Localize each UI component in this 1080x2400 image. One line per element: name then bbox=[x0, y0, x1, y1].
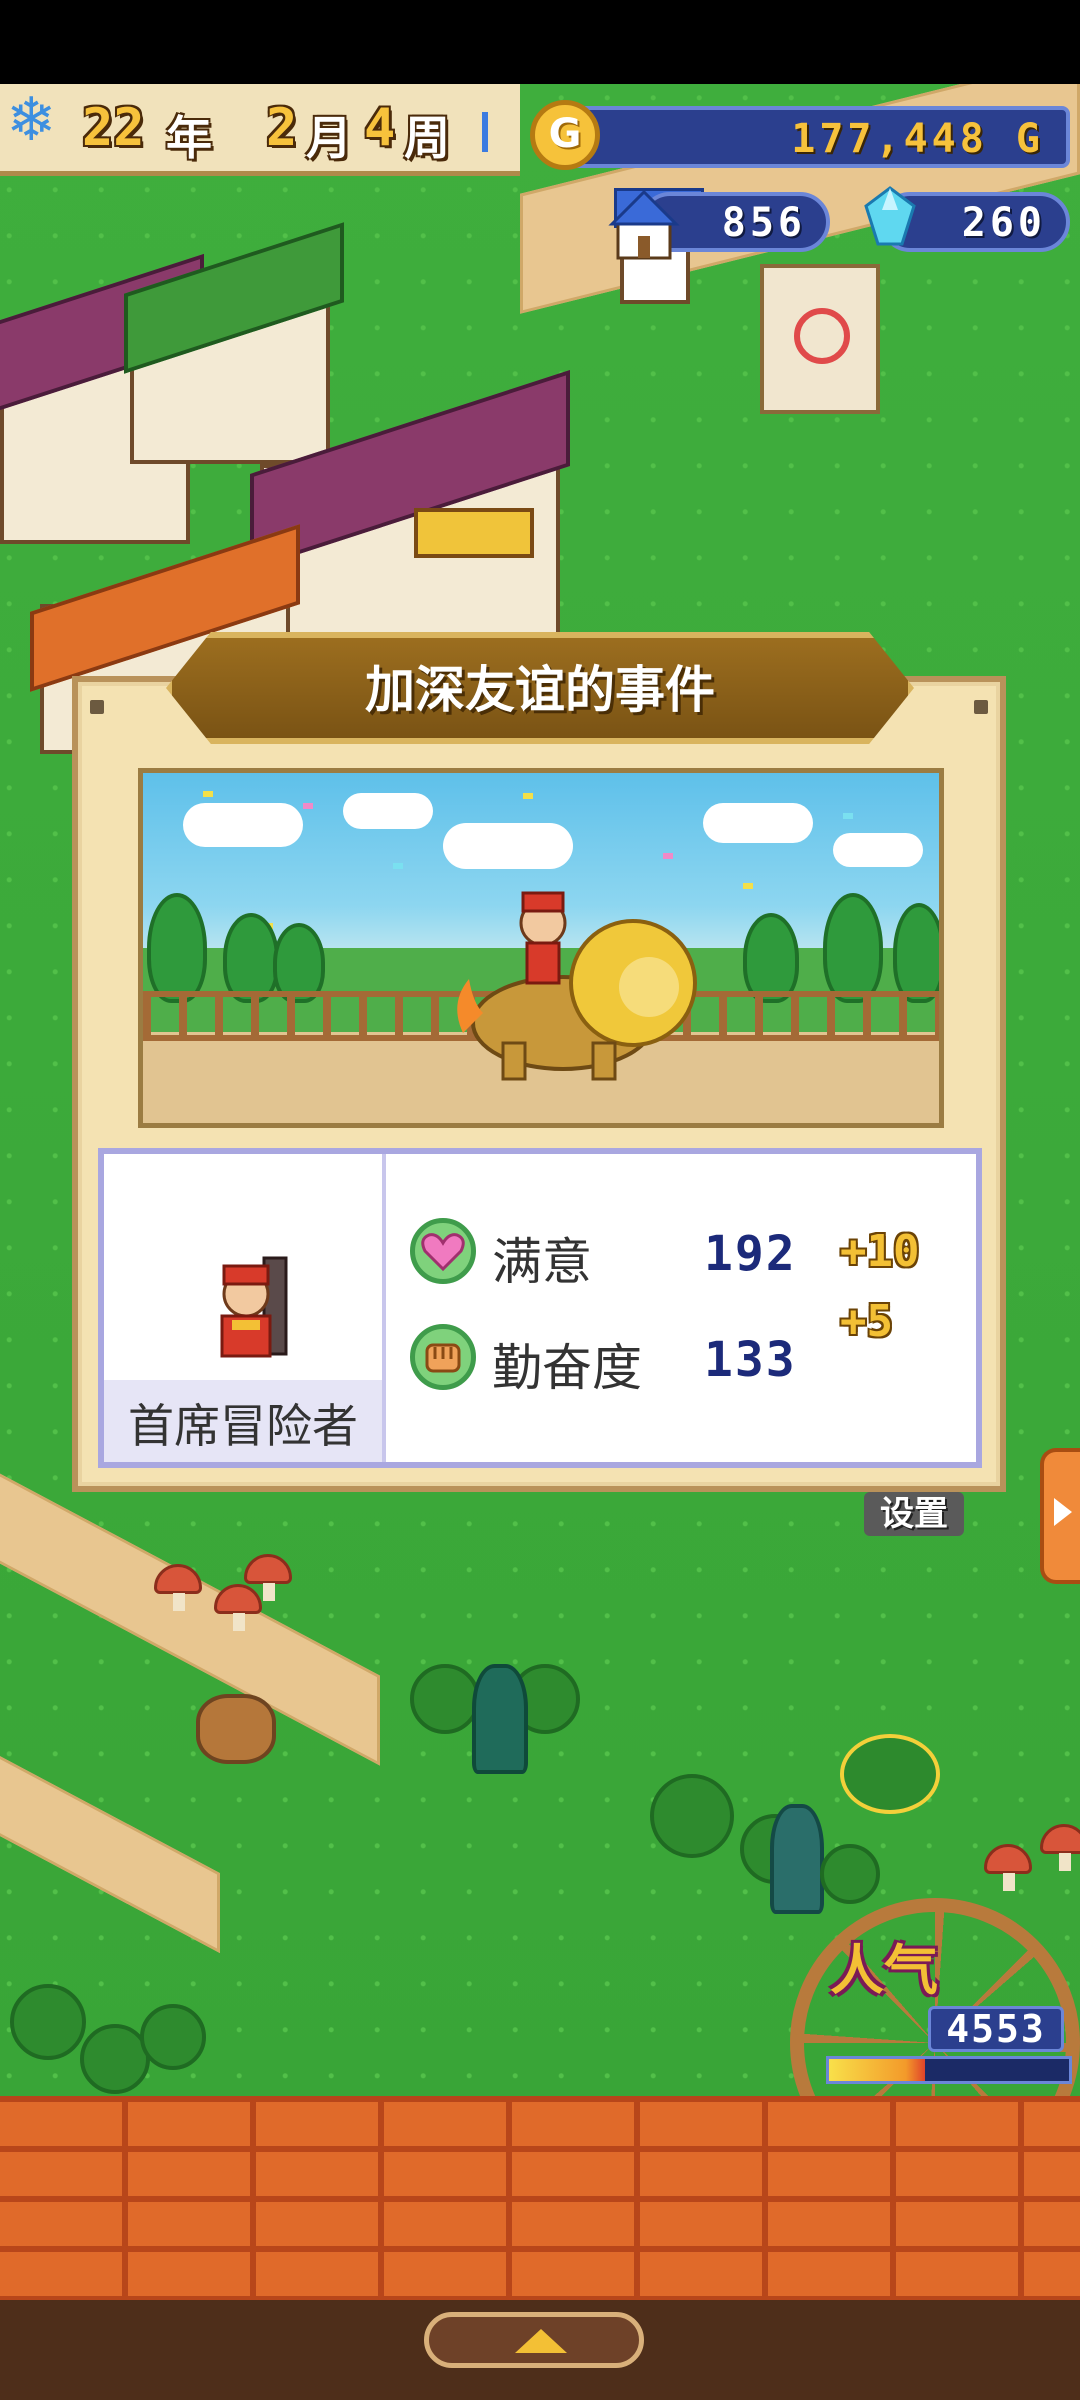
gold-value: 177,448 G bbox=[791, 116, 1044, 162]
popularity-value: 4553 bbox=[928, 2006, 1064, 2052]
brick-menu-panel bbox=[0, 2096, 1080, 2300]
gold-counter: 177,448 G bbox=[560, 106, 1070, 168]
satisfaction-value: 192 bbox=[704, 1226, 797, 1282]
adventurer-sprite bbox=[220, 1256, 288, 1358]
tree bbox=[223, 913, 279, 1003]
week-number: 4 bbox=[364, 98, 396, 158]
confetti bbox=[393, 863, 403, 869]
confetti bbox=[303, 803, 313, 809]
dirt-road bbox=[0, 1734, 220, 1954]
side-menu-tab[interactable] bbox=[1040, 1448, 1080, 1584]
date-divider bbox=[482, 112, 488, 152]
tree bbox=[140, 2004, 206, 2070]
golden-lion-mount bbox=[457, 891, 697, 1081]
month-number: 2 bbox=[266, 98, 298, 158]
mushroom bbox=[1040, 1824, 1080, 1871]
confetti bbox=[843, 813, 853, 819]
diligence-label: 勤奋度 bbox=[492, 1339, 642, 1397]
mushroom bbox=[244, 1554, 292, 1601]
tree bbox=[893, 903, 939, 1003]
mushroom bbox=[214, 1584, 262, 1631]
diligence-value: 133 bbox=[704, 1332, 797, 1388]
expand-menu-button[interactable] bbox=[424, 2312, 644, 2368]
dirt-road bbox=[0, 1452, 380, 1766]
crystal-gem-icon bbox=[864, 186, 916, 246]
target-sign[interactable] bbox=[760, 264, 880, 414]
popularity-bar-fill bbox=[829, 2059, 925, 2081]
mushroom bbox=[984, 1844, 1032, 1891]
house-building[interactable] bbox=[124, 222, 344, 464]
snowflake-icon: ❄ bbox=[6, 85, 57, 155]
gold-coin-icon: G bbox=[530, 100, 600, 170]
confetti bbox=[663, 853, 673, 859]
year-number: 22 bbox=[82, 98, 145, 158]
tree bbox=[10, 1984, 86, 2060]
month-unit: 月 bbox=[306, 111, 352, 165]
date-panel: ❄ 22 年 2 月 4 周 bbox=[0, 84, 520, 176]
house-icon bbox=[608, 189, 680, 260]
cloud bbox=[183, 803, 303, 847]
event-scene-illustration bbox=[138, 768, 944, 1128]
confetti bbox=[203, 791, 213, 797]
character-stats-panel: 首席冒险者 满意 192 +10 勤奋度 133 +5 bbox=[98, 1148, 982, 1468]
fist-icon bbox=[410, 1324, 476, 1390]
dialog-title: 加深友谊的事件 bbox=[365, 661, 715, 719]
houses-value: 856 bbox=[721, 200, 806, 246]
week-unit: 周 bbox=[404, 111, 450, 165]
popularity-label: 人气 bbox=[830, 1939, 938, 2002]
diligence-change: +5 bbox=[840, 1296, 893, 1347]
rivet bbox=[974, 700, 988, 714]
tree-stump bbox=[196, 1694, 276, 1764]
satisfaction-change: +10 bbox=[840, 1226, 920, 1277]
cloud bbox=[833, 833, 923, 867]
tree bbox=[410, 1664, 480, 1734]
character-title: 首席冒险者 bbox=[128, 1399, 358, 1453]
cloud bbox=[703, 803, 813, 843]
tree bbox=[823, 893, 883, 1003]
year-unit: 年 bbox=[166, 111, 212, 165]
tree bbox=[743, 913, 799, 1003]
settings-button[interactable]: 设置 bbox=[864, 1492, 964, 1536]
flower-bush bbox=[840, 1734, 940, 1814]
tree bbox=[147, 893, 207, 1003]
tree bbox=[650, 1774, 734, 1858]
rivet bbox=[90, 700, 104, 714]
system-status-bar bbox=[0, 0, 1080, 84]
confetti bbox=[523, 793, 533, 799]
heart-icon bbox=[410, 1218, 476, 1284]
cloud bbox=[343, 793, 433, 829]
tree bbox=[820, 1844, 880, 1904]
pine-tree bbox=[472, 1664, 528, 1774]
satisfaction-label: 满意 bbox=[492, 1233, 592, 1291]
confetti bbox=[743, 883, 753, 889]
pine-tree bbox=[770, 1804, 824, 1914]
character-portrait[interactable]: 首席冒险者 bbox=[104, 1154, 386, 1462]
popularity-bar bbox=[826, 2056, 1072, 2084]
cloud bbox=[443, 823, 573, 869]
gems-value: 260 bbox=[961, 200, 1046, 246]
